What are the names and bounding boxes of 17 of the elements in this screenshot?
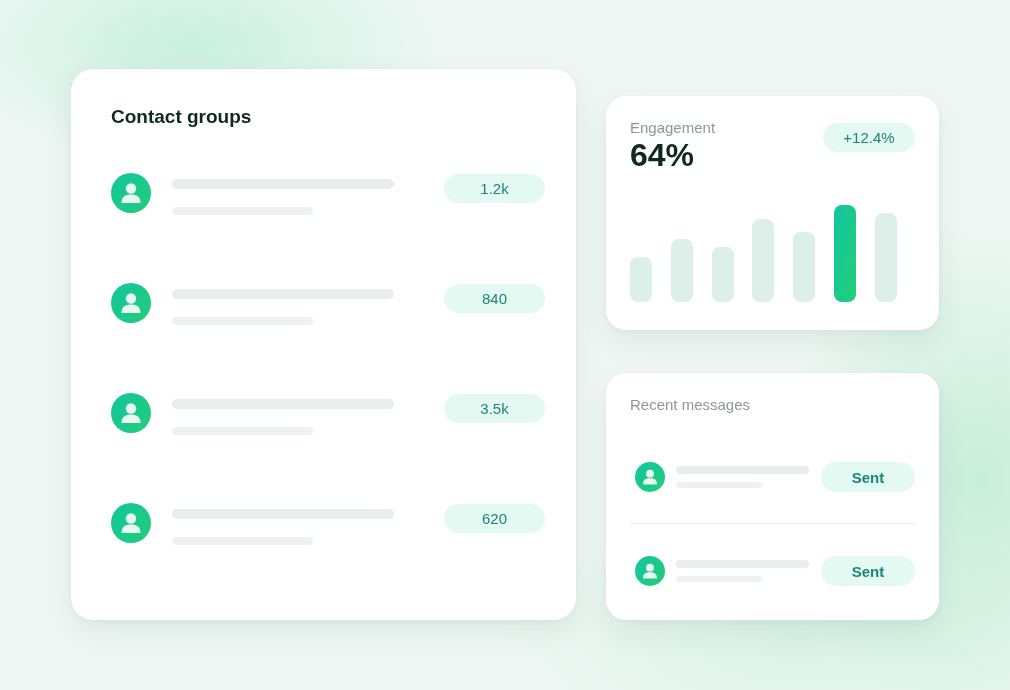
- avatar-icon: [635, 462, 665, 492]
- status-badge: Sent: [821, 462, 915, 492]
- change-badge: +12.4%: [823, 123, 915, 152]
- count-badge: 3.5k: [444, 394, 545, 423]
- avatar-icon: [111, 173, 151, 213]
- count-badge: 840: [444, 284, 545, 313]
- engagement-label: Engagement: [630, 119, 716, 137]
- engagement-value: 64%: [630, 137, 695, 173]
- status-badge: Sent: [821, 556, 915, 586]
- card-title: Recent messages: [630, 396, 751, 414]
- avatar-icon: [111, 393, 151, 433]
- card-title: Contact groups: [111, 105, 252, 129]
- avatar-icon: [111, 503, 151, 543]
- count-badge: 1.2k: [444, 174, 545, 203]
- avatar-icon: [635, 556, 665, 586]
- count-badge: 620: [444, 504, 545, 533]
- avatar-icon: [111, 283, 151, 323]
